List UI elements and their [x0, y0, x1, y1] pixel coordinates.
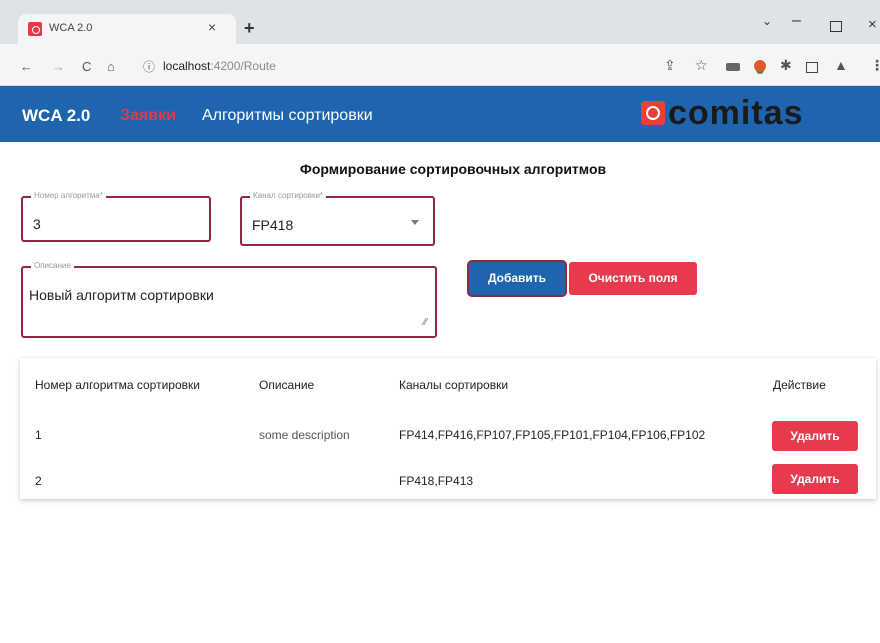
header-action: Действие — [773, 378, 826, 392]
forward-icon[interactable]: → — [52, 59, 65, 74]
dropdown-arrow-icon — [411, 220, 419, 225]
sort-channel-select[interactable]: Канал сортировки* FP418 — [240, 191, 435, 246]
extensions-puzzle-icon[interactable]: ✱ — [780, 57, 792, 74]
row-1-number: 1 — [35, 428, 42, 442]
description-textarea[interactable]: Описание Новый алгоритм сортировки ⁄⁄ — [21, 261, 437, 338]
home-icon[interactable]: ⌂ — [107, 59, 115, 74]
description-value: Новый алгоритм сортировки — [29, 287, 214, 303]
address-bar: ← → C ⌂ ⓘ localhost:4200/Route ⇪ ☆ ✱ ▲ ⋮ — [0, 44, 880, 86]
nav-link-sort-algorithms[interactable]: Алгоритмы сортировки — [202, 107, 373, 125]
tab-close-icon[interactable]: × — [208, 19, 216, 35]
browser-tab-bar: WCA 2.0 × + ⌄ – × — [0, 0, 880, 44]
row-2-delete-button[interactable]: Удалить — [772, 464, 858, 494]
extension-icon[interactable] — [726, 63, 740, 71]
description-label: Описание — [31, 261, 74, 271]
row-1-description: some description — [259, 428, 350, 442]
extension-flower-icon[interactable] — [754, 60, 766, 72]
maximize-icon[interactable] — [830, 21, 842, 32]
header-description: Описание — [259, 378, 315, 392]
url-field[interactable]: localhost:4200/Route — [163, 59, 276, 73]
side-panel-icon[interactable] — [806, 62, 818, 73]
url-path: :4200/Route — [210, 59, 276, 73]
reload-icon[interactable]: C — [82, 59, 91, 74]
resize-grip-icon[interactable]: ⁄⁄ — [424, 317, 427, 328]
back-icon[interactable]: ← — [20, 59, 33, 74]
minimize-icon[interactable]: – — [792, 12, 801, 30]
add-button[interactable]: Добавить — [469, 262, 565, 295]
algorithm-number-label: Номер алгоритма* — [31, 191, 106, 201]
row-1-channels: FP414,FP416,FP107,FP105,FP101,FP104,FP10… — [399, 428, 706, 442]
row-1-delete-button[interactable]: Удалить — [772, 421, 858, 451]
header-channels: Каналы сортировки — [399, 378, 509, 392]
window-close-icon[interactable]: × — [868, 16, 877, 33]
app-brand[interactable]: WCA 2.0 — [22, 106, 90, 126]
tab-search-icon[interactable]: ⌄ — [762, 14, 772, 28]
algorithms-table: Номер алгоритма сортировки Описание Кана… — [20, 358, 876, 499]
site-info-icon[interactable]: ⓘ — [143, 58, 155, 75]
browser-menu-icon[interactable]: ⋮ — [870, 57, 880, 74]
row-2-number: 2 — [35, 474, 42, 488]
favicon-icon — [28, 22, 42, 36]
nav-link-orders[interactable]: Заявки — [120, 107, 176, 125]
url-host: localhost — [163, 59, 211, 73]
clear-fields-button[interactable]: Очистить поля — [569, 262, 697, 295]
comitas-logo-icon — [641, 101, 665, 125]
app-toolbar: WCA 2.0 Заявки Алгоритмы сортировки comi… — [0, 86, 880, 142]
new-tab-icon[interactable]: + — [244, 18, 255, 39]
sort-channel-value: FP418 — [252, 217, 294, 233]
browser-tab[interactable]: WCA 2.0 × — [18, 14, 236, 44]
bookmark-star-icon[interactable]: ☆ — [695, 57, 708, 74]
header-algorithm-number: Номер алгоритма сортировки — [35, 378, 200, 392]
tab-title: WCA 2.0 — [49, 22, 93, 34]
row-2-channels: FP418,FP413 — [399, 474, 474, 488]
profile-icon[interactable]: ▲ — [834, 57, 848, 73]
share-icon[interactable]: ⇪ — [664, 57, 676, 74]
algorithm-number-field[interactable]: Номер алгоритма* 3 — [21, 191, 211, 242]
page-title: Формирование сортировочных алгоритмов — [299, 161, 607, 177]
algorithm-number-value: 3 — [33, 216, 41, 232]
comitas-logo: comitas — [668, 94, 804, 132]
sort-channel-label: Канал сортировки* — [250, 191, 327, 201]
